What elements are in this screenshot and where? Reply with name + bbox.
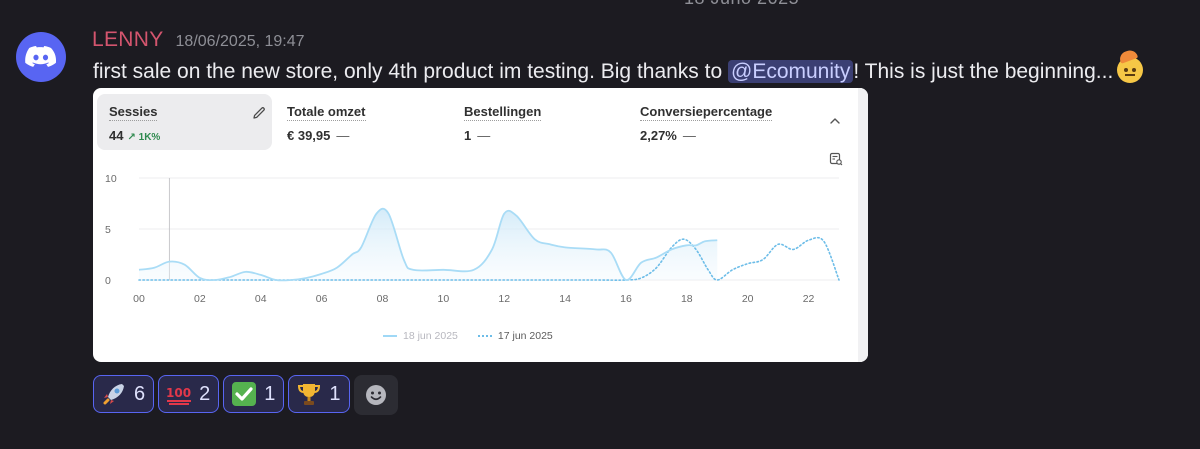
metric-change-badge: ↗ 1K% xyxy=(127,132,161,143)
analytics-screenshot-card[interactable]: Sessies 44 ↗ 1K% Totale omzet € 39,95 — Be… xyxy=(93,88,868,362)
avatar[interactable] xyxy=(16,32,66,82)
trophy-icon xyxy=(298,384,321,405)
series-line-18-jun xyxy=(138,207,718,282)
reaction-count: 1 xyxy=(329,382,341,405)
date-divider-clipped: 18 Juno 2025 xyxy=(684,0,799,9)
reactions-bar: 6 100 2 1 1 xyxy=(93,375,398,415)
card-edge xyxy=(858,88,868,362)
x-tick-label: 02 xyxy=(194,293,206,305)
x-tick-label: 06 xyxy=(316,293,328,305)
reaction-count: 6 xyxy=(134,382,146,405)
metric-number: 44 xyxy=(109,128,124,143)
metric-revenue[interactable]: Totale omzet € 39,95 — xyxy=(275,94,445,150)
reaction-hundred[interactable]: 100 2 xyxy=(158,375,220,413)
metric-number: 2,27% xyxy=(640,128,677,143)
reaction-count: 1 xyxy=(264,382,276,405)
metric-dash: — xyxy=(682,128,696,143)
metric-label: Sessies xyxy=(109,104,158,121)
metric-value: 1— xyxy=(464,128,490,143)
legend-swatch xyxy=(477,335,492,337)
metric-dash: — xyxy=(477,128,491,143)
x-tick-label: 08 xyxy=(377,293,389,305)
reaction-rocket[interactable]: 6 xyxy=(93,375,155,413)
reaction-check[interactable]: 1 xyxy=(223,375,285,413)
metric-label: Bestellingen xyxy=(464,104,542,121)
x-tick-label: 18 xyxy=(681,293,693,305)
chevron-up-icon[interactable] xyxy=(829,116,841,126)
x-tick-label: 12 xyxy=(498,293,510,305)
legend-item-current[interactable]: 18 jun 2025 xyxy=(383,330,458,342)
legend-label: 17 jun 2025 xyxy=(497,330,553,342)
user-mention[interactable]: @Ecomunity xyxy=(728,60,854,83)
pencil-icon[interactable] xyxy=(252,106,266,120)
x-tick-label: 00 xyxy=(133,293,145,305)
discord-logo-icon xyxy=(25,46,57,67)
x-tick-label: 22 xyxy=(803,293,815,305)
x-tick-label: 04 xyxy=(255,293,267,305)
username[interactable]: LENNY xyxy=(92,28,164,52)
metric-value: 2,27% — xyxy=(640,128,696,143)
x-tick-label: 14 xyxy=(559,293,571,305)
reaction-trophy[interactable]: 1 xyxy=(288,375,350,413)
chart-report-icon[interactable] xyxy=(829,152,843,166)
y-tick-label: 5 xyxy=(105,224,111,236)
metric-sessions[interactable]: Sessies 44 ↗ 1K% xyxy=(97,94,272,150)
y-tick-label: 10 xyxy=(105,173,117,185)
reaction-count: 2 xyxy=(199,382,211,405)
sessions-line-chart: 0 5 10 00 02 04 06 08 10 12 14 16 18 20 22 xyxy=(105,173,840,305)
message-text: first sale on the new store, only 4th pr… xyxy=(93,48,1144,86)
check-mark-button-icon xyxy=(232,382,257,406)
message-header: LENNY 18/06/2025, 19:47 xyxy=(92,28,305,54)
message-text-after: ! This is just the beginning... xyxy=(853,60,1114,83)
x-tick-label: 20 xyxy=(742,293,754,305)
legend-label: 18 jun 2025 xyxy=(403,330,458,342)
x-tick-label: 16 xyxy=(620,293,632,305)
metric-value: € 39,95 — xyxy=(287,128,349,143)
timestamp: 18/06/2025, 19:47 xyxy=(175,33,305,50)
x-tick-label: 10 xyxy=(438,293,450,305)
legend-item-previous[interactable]: 17 jun 2025 xyxy=(477,330,553,342)
metric-label: Conversiepercentage xyxy=(640,104,773,121)
y-tick-label: 0 xyxy=(105,275,111,287)
legend-swatch xyxy=(383,335,397,337)
svg-text:100: 100 xyxy=(166,386,191,400)
metric-dash: — xyxy=(336,128,350,143)
metric-number: € 39,95 xyxy=(287,128,331,143)
metric-orders[interactable]: Bestellingen 1— xyxy=(452,94,622,150)
saluting-face-emoji-icon xyxy=(1117,48,1144,84)
hundred-points-icon: 100 xyxy=(166,386,191,405)
message-text-before: first sale on the new store, only 4th pr… xyxy=(93,60,728,83)
metric-conversion[interactable]: Conversiepercentage 2,27% — xyxy=(628,94,818,150)
chart-legend: 18 jun 2025 17 jun 2025 xyxy=(383,330,553,342)
rocket-icon xyxy=(103,384,124,405)
metric-number: 1 xyxy=(464,128,472,143)
smiley-icon xyxy=(365,385,386,405)
add-reaction-button[interactable] xyxy=(353,375,398,415)
metric-label: Totale omzet xyxy=(287,104,366,121)
metric-value: 44 ↗ 1K% xyxy=(109,128,160,143)
